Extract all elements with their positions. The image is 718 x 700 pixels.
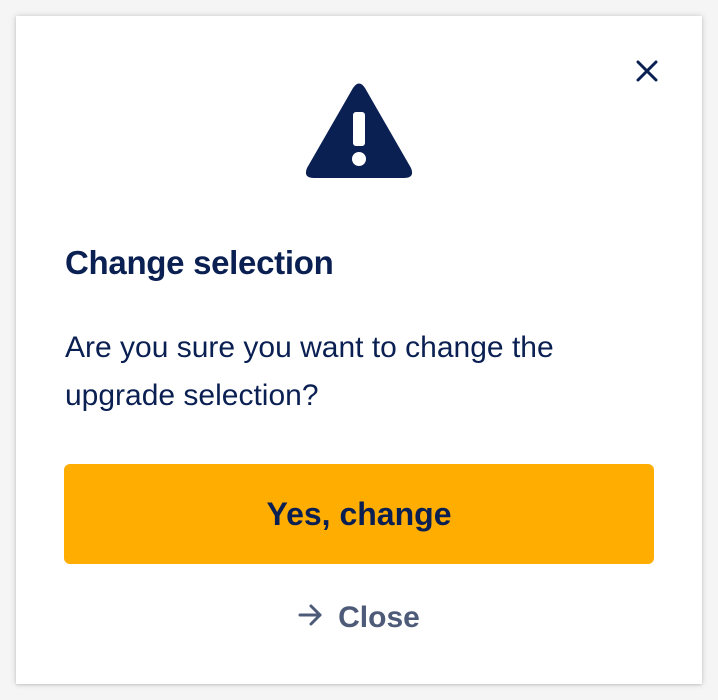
confirm-dialog: Change selection Are you sure you want t… [16,16,702,684]
warning-icon [303,80,415,180]
dialog-message: Are you sure you want to change the upgr… [65,331,554,412]
yes-change-label: Yes, change [266,495,452,532]
arrow-right-icon [298,601,324,635]
yes-change-button[interactable]: Yes, change [64,464,654,564]
close-icon[interactable] [633,57,661,85]
page: Change selection Are you sure you want t… [0,0,718,700]
close-label: Close [338,601,420,634]
dialog-title: Change selection [65,244,334,281]
close-button[interactable]: Close [16,596,702,640]
